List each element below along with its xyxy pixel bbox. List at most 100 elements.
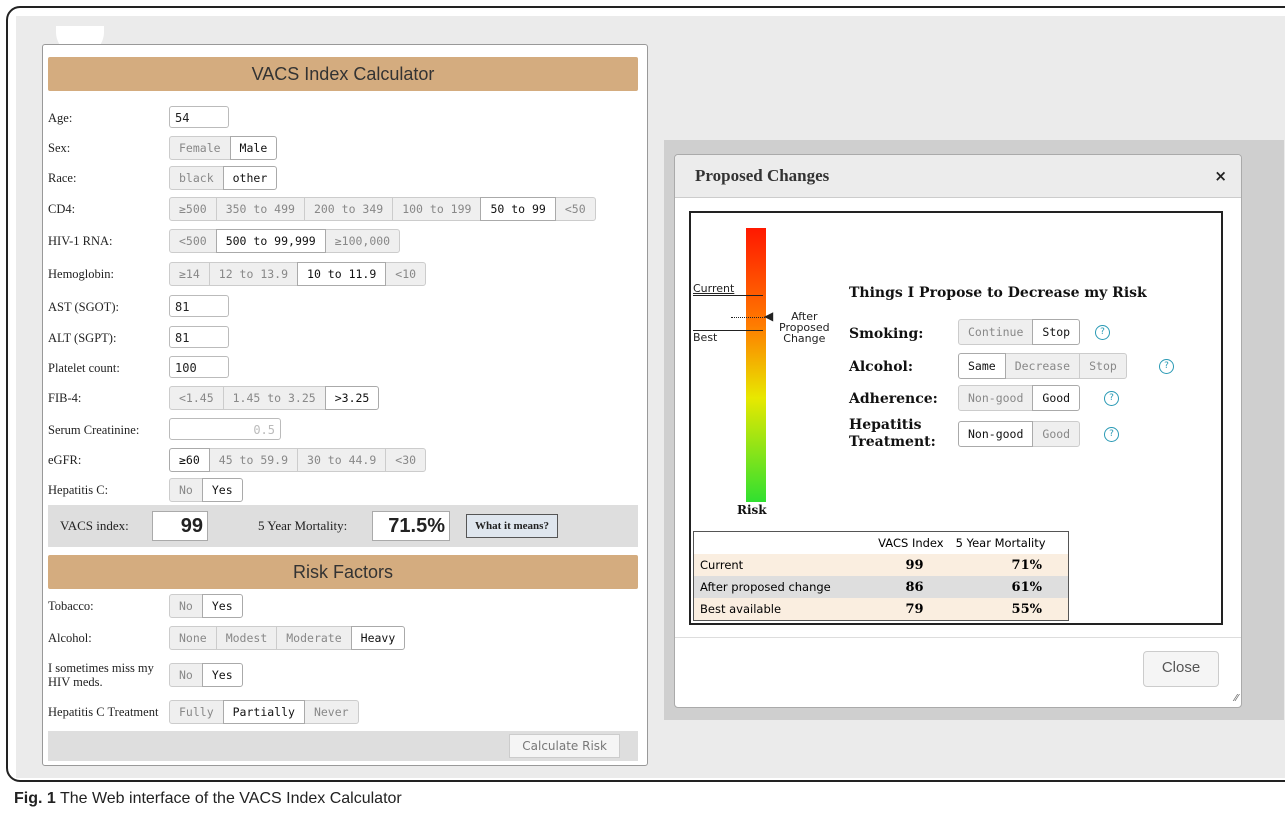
adherence-selector: Non-good Good	[958, 385, 1081, 411]
option-button[interactable]: Non-good	[958, 421, 1034, 447]
option-button[interactable]: Non-good	[958, 385, 1034, 411]
ast-input[interactable]: 81	[169, 295, 229, 317]
option-button[interactable]: Decrease	[1004, 353, 1081, 379]
table-header: 5 Year Mortality	[955, 536, 1046, 550]
tobacco-label: Tobacco:	[48, 599, 94, 613]
modal-header: Proposed Changes ×	[675, 155, 1241, 198]
table-header	[694, 532, 860, 555]
option-button[interactable]: Never	[303, 700, 359, 724]
close-button[interactable]: Close	[1143, 651, 1219, 687]
option-button[interactable]: Yes	[201, 478, 243, 502]
row-label: Best available	[700, 602, 782, 616]
option-button[interactable]: ≥60	[169, 448, 210, 472]
alcohol-help-icon[interactable]: ?	[1159, 359, 1174, 374]
option-button[interactable]: 45 to 59.9	[208, 448, 299, 472]
hemoglobin-selector: ≥14 12 to 13.9 10 to 11.9 <10	[169, 262, 427, 286]
egfr-row: eGFR: ≥60 45 to 59.9 30 to 44.9 <30	[43, 445, 647, 475]
option-button[interactable]: 100 to 199	[392, 197, 482, 221]
option-button[interactable]: <1.45	[169, 386, 224, 410]
option-button[interactable]: Fully	[169, 700, 224, 724]
option-button[interactable]: Continue	[958, 319, 1034, 345]
age-input[interactable]: 54	[169, 106, 229, 128]
option-button[interactable]: Male	[229, 136, 278, 160]
option-button[interactable]: <30	[385, 448, 427, 472]
option-button[interactable]: 500 to 99,999	[215, 229, 326, 253]
close-icon[interactable]: ×	[1214, 155, 1227, 197]
option-button[interactable]: ≥500	[169, 197, 217, 221]
race-row: Race: black other	[43, 163, 647, 193]
option-button[interactable]: ≥14	[169, 262, 210, 286]
option-button[interactable]: 1.45 to 3.25	[222, 386, 326, 410]
mortality-value: 71.5%	[372, 511, 450, 541]
hepatitis-help-icon[interactable]: ?	[1104, 427, 1119, 442]
option-button[interactable]: Yes	[201, 663, 243, 687]
option-button[interactable]: None	[169, 626, 217, 650]
option-button[interactable]: Moderate	[276, 626, 352, 650]
option-button[interactable]: <500	[169, 229, 217, 253]
miss-meds-row: I sometimes miss my HIV meds. No Yes	[43, 657, 647, 693]
option-button[interactable]: Good	[1032, 421, 1081, 447]
proposals-heading: Things I Propose to Decrease my Risk	[849, 285, 1147, 301]
hepc-treatment-label: Hepatitis C Treatment	[48, 705, 159, 719]
option-button[interactable]: <50	[554, 197, 596, 221]
option-button[interactable]: No	[169, 663, 203, 687]
option-button[interactable]: Female	[169, 136, 231, 160]
after-marker-label: After Proposed Change	[779, 310, 830, 345]
platelet-input[interactable]: 100	[169, 356, 229, 378]
risk-summary-table: VACS Index 5 Year Mortality Current 99 7…	[693, 531, 1069, 621]
option-button[interactable]: 200 to 349	[303, 197, 394, 221]
option-button[interactable]: 30 to 44.9	[297, 448, 387, 472]
table-header: VACS Index	[878, 536, 944, 550]
calculate-risk-button[interactable]: Calculate Risk	[509, 734, 620, 758]
vacs-cell: 86	[905, 579, 924, 595]
option-button[interactable]: Modest	[215, 626, 278, 650]
modal-footer-divider	[675, 637, 1241, 638]
alt-input[interactable]: 81	[169, 326, 229, 348]
age-label: Age:	[48, 111, 73, 125]
option-button[interactable]: black	[169, 166, 224, 190]
calculator-panel: VACS Index Calculator Age: 54 Sex: Femal…	[42, 44, 648, 766]
option-button[interactable]: No	[169, 478, 203, 502]
option-button[interactable]: ≥100,000	[324, 229, 401, 253]
risk-label: Risk	[737, 503, 767, 517]
option-button[interactable]: Stop	[1032, 319, 1081, 345]
smoking-label: Smoking:	[849, 326, 924, 342]
miss-meds-selector: No Yes	[169, 663, 243, 687]
vacs-index-value: 99	[152, 511, 208, 541]
option-button[interactable]: No	[169, 594, 203, 618]
caption-prefix: Fig. 1	[14, 790, 56, 807]
alcohol-label: Alcohol:	[48, 631, 92, 645]
option-button[interactable]: other	[222, 166, 278, 190]
option-button[interactable]: 10 to 11.9	[297, 262, 387, 286]
risk-factors-title: Risk Factors	[48, 555, 638, 589]
hepatitis-treatment-label: Hepatitis Treatment:	[849, 417, 936, 450]
option-button[interactable]: Stop	[1079, 353, 1127, 379]
cd4-selector: ≥500 350 to 499 200 to 349 100 to 199 50 to …	[169, 197, 596, 221]
option-button[interactable]: Partially	[222, 700, 305, 724]
option-button[interactable]: 12 to 13.9	[208, 262, 299, 286]
option-button[interactable]: >3.25	[324, 386, 380, 410]
what-it-means-button[interactable]: What it means?	[466, 514, 558, 538]
best-marker-label: Best	[693, 331, 718, 344]
calculator-title: VACS Index Calculator	[48, 57, 638, 91]
egfr-selector: ≥60 45 to 59.9 30 to 44.9 <30	[169, 448, 427, 472]
alcohol-change-selector: Same Decrease Stop	[958, 353, 1127, 379]
option-button[interactable]: 50 to 99	[480, 197, 556, 221]
smoking-help-icon[interactable]: ?	[1095, 325, 1110, 340]
creatinine-input[interactable]: 0.5	[169, 418, 281, 440]
option-button[interactable]: Heavy	[350, 626, 406, 650]
option-button[interactable]: Yes	[201, 594, 243, 618]
option-button[interactable]: Good	[1032, 385, 1081, 411]
adherence-help-icon[interactable]: ?	[1104, 391, 1119, 406]
sex-row: Sex: Female Male	[43, 133, 647, 163]
current-marker-line	[693, 295, 763, 296]
option-button[interactable]: <10	[385, 262, 427, 286]
proposed-changes-modal: Proposed Changes × Current Best ◀ After …	[674, 154, 1242, 708]
vacs-index-label: VACS index:	[60, 518, 129, 533]
hemoglobin-label: Hemoglobin:	[48, 267, 114, 281]
hepatitis-treatment-selector: Non-good Good	[958, 421, 1081, 447]
arrow-left-icon: ◀	[764, 309, 774, 323]
option-button[interactable]: Same	[958, 353, 1006, 379]
option-button[interactable]: 350 to 499	[215, 197, 305, 221]
resize-grip-icon[interactable]: ⁄⁄	[1235, 693, 1238, 704]
